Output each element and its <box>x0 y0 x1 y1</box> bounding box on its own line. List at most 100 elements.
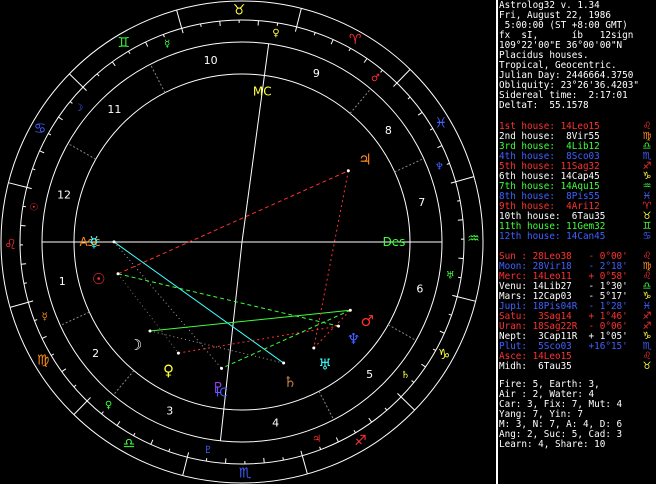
degree-tick <box>82 86 87 91</box>
jupiter-icon: ♃ <box>358 151 371 169</box>
sign-ruler-icon: ☉ <box>29 203 38 214</box>
house-cusp-line: ♋ 12th house: 14Can45 <box>499 231 651 242</box>
degree-tick <box>452 294 458 298</box>
degree-tick <box>330 39 334 45</box>
sign-boundary <box>69 73 84 88</box>
house-cusp-line <box>387 324 417 341</box>
sign-boundary <box>296 8 302 27</box>
degree-tick <box>61 368 67 373</box>
degree-tick <box>407 96 411 100</box>
scorpio-icon: ♏ <box>239 465 252 481</box>
descendant-label: Des <box>383 235 406 249</box>
house-number: 2 <box>92 347 99 360</box>
sign-ruler-icon: ☿ <box>164 39 170 50</box>
virgo-icon: ♍ <box>37 352 50 368</box>
degree-tick <box>150 439 154 445</box>
degree-tick <box>384 407 388 411</box>
gemini-icon: ♊ <box>117 35 130 51</box>
sign-boundary <box>182 457 188 476</box>
summary-text: Learn: 4, Share: 10 <box>499 439 606 450</box>
degree-tick <box>86 397 91 402</box>
house-cusp-text: 12th house: 14Can45 <box>499 231 606 242</box>
sign-boundary <box>301 455 308 475</box>
house-number: 9 <box>313 67 320 80</box>
degree-tick <box>429 128 434 131</box>
saturn-icon: ♄ <box>283 373 296 391</box>
aquarius-icon: ♒ <box>467 231 480 247</box>
house-number: 7 <box>418 196 425 209</box>
aries-icon: ♈ <box>349 32 362 48</box>
house-cusp-line <box>67 143 97 160</box>
libra-icon: ♎ <box>123 436 136 452</box>
house-number: 6 <box>416 282 423 295</box>
degree-tick <box>69 101 73 104</box>
chart-wheel: ♈♂♉♀♊ ☿♋☽♌☉♍☿♎♀♏♇♐♃♑♄♒♅♓♆123456789101112A… <box>0 0 484 484</box>
degree-tick <box>368 417 373 423</box>
sign-boundary <box>73 400 88 415</box>
degree-tick <box>50 353 55 356</box>
planet-marker <box>112 240 116 244</box>
house-number: 11 <box>107 103 121 116</box>
degree-tick <box>457 200 461 202</box>
house-number: 1 <box>59 275 66 288</box>
degree-tick <box>263 457 265 463</box>
degree-tick <box>96 73 100 77</box>
degree-tick <box>48 133 52 136</box>
pisces-icon: ♓ <box>435 116 448 132</box>
degree-tick <box>421 363 426 368</box>
degree-tick <box>319 446 322 450</box>
degree-tick <box>393 82 398 87</box>
degree-tick <box>41 335 47 339</box>
house-cusp-line <box>219 241 243 441</box>
degree-tick <box>58 116 63 121</box>
sign-ruler-icon: ♅ <box>446 270 455 281</box>
planet-position-text: Midh: 6Tau35 <box>499 361 572 372</box>
degree-tick <box>34 319 38 322</box>
planet-marker <box>148 329 152 333</box>
degree-tick <box>162 34 165 38</box>
degree-tick <box>116 421 121 426</box>
planet-marker <box>116 272 120 276</box>
house-number: 8 <box>385 124 392 137</box>
degree-tick <box>181 28 184 34</box>
sign-ruler-icon: ♃ <box>312 434 321 445</box>
degree-tick <box>380 69 383 73</box>
sign-boundary <box>457 296 476 302</box>
sign-boundary <box>455 176 475 183</box>
sun-icon: ☉ <box>92 270 105 288</box>
sign-ruler-icon: ♆ <box>435 162 444 173</box>
house-number: 12 <box>57 189 71 202</box>
planet-marker <box>220 366 224 370</box>
degree-tick <box>101 411 104 415</box>
degree-tick <box>282 457 284 461</box>
degree-tick <box>26 186 32 190</box>
sign-ruler-icon: ♄ <box>401 370 410 381</box>
house-cusp-line <box>60 311 90 326</box>
planet-marker <box>282 361 286 365</box>
degree-tick <box>73 384 77 388</box>
degree-tick <box>145 41 149 47</box>
house-cusp-line <box>318 391 335 420</box>
degree-tick <box>457 219 463 221</box>
degree-tick <box>450 181 456 184</box>
planet-marker <box>348 308 352 312</box>
sagittarius-icon: ♐ <box>354 433 367 449</box>
sign-ruler-icon: ♇ <box>204 445 213 456</box>
house-cusp-line <box>149 64 166 93</box>
sign-icon: ♉ <box>642 361 652 372</box>
degree-tick <box>313 32 316 36</box>
degree-tick <box>446 162 450 165</box>
degree-tick <box>363 58 368 63</box>
degree-tick <box>294 26 298 32</box>
degree-tick <box>417 111 423 116</box>
planet-marker <box>312 346 316 350</box>
house-cusp-line <box>394 158 424 173</box>
sign-ruler-icon: ♀ <box>105 400 112 411</box>
degree-tick <box>448 313 452 316</box>
degree-tick <box>168 448 171 452</box>
uranus-icon: ♅ <box>318 356 331 374</box>
header-text: DeltaT: 55.1578 <box>499 100 589 111</box>
degree-tick <box>397 393 402 398</box>
house-cusp-line <box>112 370 135 396</box>
pluto-icon: ♇ <box>212 379 225 397</box>
